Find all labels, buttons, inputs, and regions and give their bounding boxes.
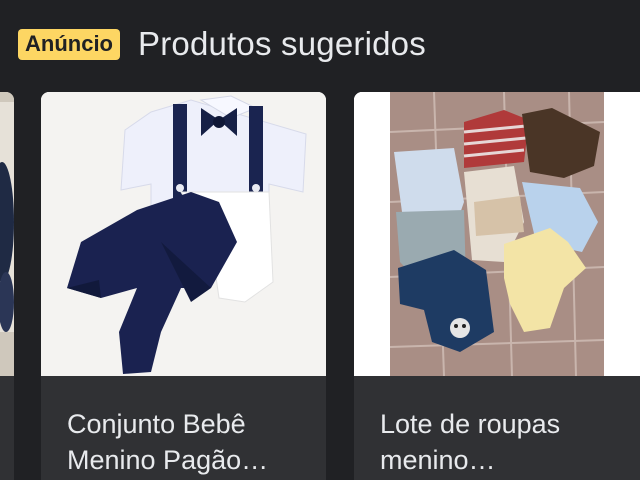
product-title-line-2: menino… [380,445,496,475]
section-title: Produtos sugeridos [138,25,426,62]
product-title[interactable]: Conjunto Bebê Menino Pagão… [67,406,316,478]
product-title[interactable]: Lote de roupas menino… [380,406,630,478]
product-image[interactable] [354,92,640,376]
product-image[interactable] [41,92,326,376]
product-card[interactable]: Lote de roupas menino… [354,92,640,480]
product-card-partial[interactable] [0,92,14,480]
product-title-line-1: Lote de roupas [380,409,561,439]
product-card[interactable]: Conjunto Bebê Menino Pagão… [41,92,326,480]
suggested-products-carousel: Anúncio Produtos sugeridos Conjunto Bebê… [0,0,640,480]
ad-badge: Anúncio [18,28,120,60]
product-title-line-2: Menino Pagão… [67,445,269,475]
section-header: Anúncio Produtos sugeridos [18,24,426,64]
product-image-partial [0,92,14,376]
product-title-line-1: Conjunto Bebê [67,409,246,439]
